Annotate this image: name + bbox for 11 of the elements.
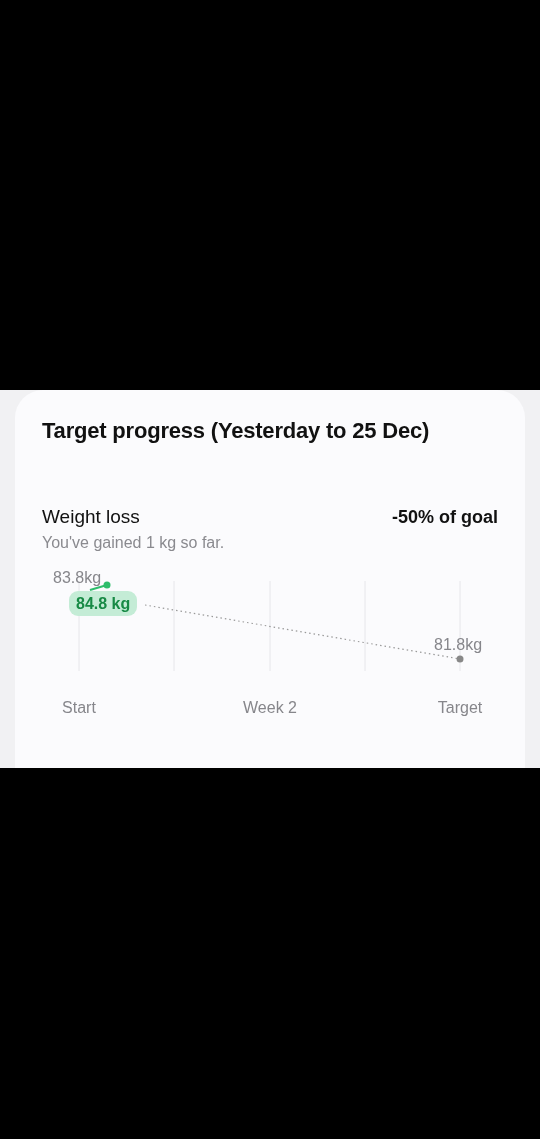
progress-summary: You've gained 1 kg so far. xyxy=(42,534,226,552)
card-title: Target progress (Yesterday to 25 Dec) xyxy=(42,418,431,444)
metric-label: Weight loss xyxy=(42,506,140,528)
axis-label: Start xyxy=(62,699,96,717)
axis-label: Week 2 xyxy=(243,699,297,717)
current-weight-badge: 84.8 kg xyxy=(69,591,138,616)
start-weight-label: 83.8kg xyxy=(53,569,102,587)
axis-label: Target xyxy=(437,699,483,717)
goal-percentage: -50% of goal xyxy=(392,507,498,528)
target-weight-label: 81.8kg xyxy=(434,636,483,654)
target-dot xyxy=(456,655,464,663)
